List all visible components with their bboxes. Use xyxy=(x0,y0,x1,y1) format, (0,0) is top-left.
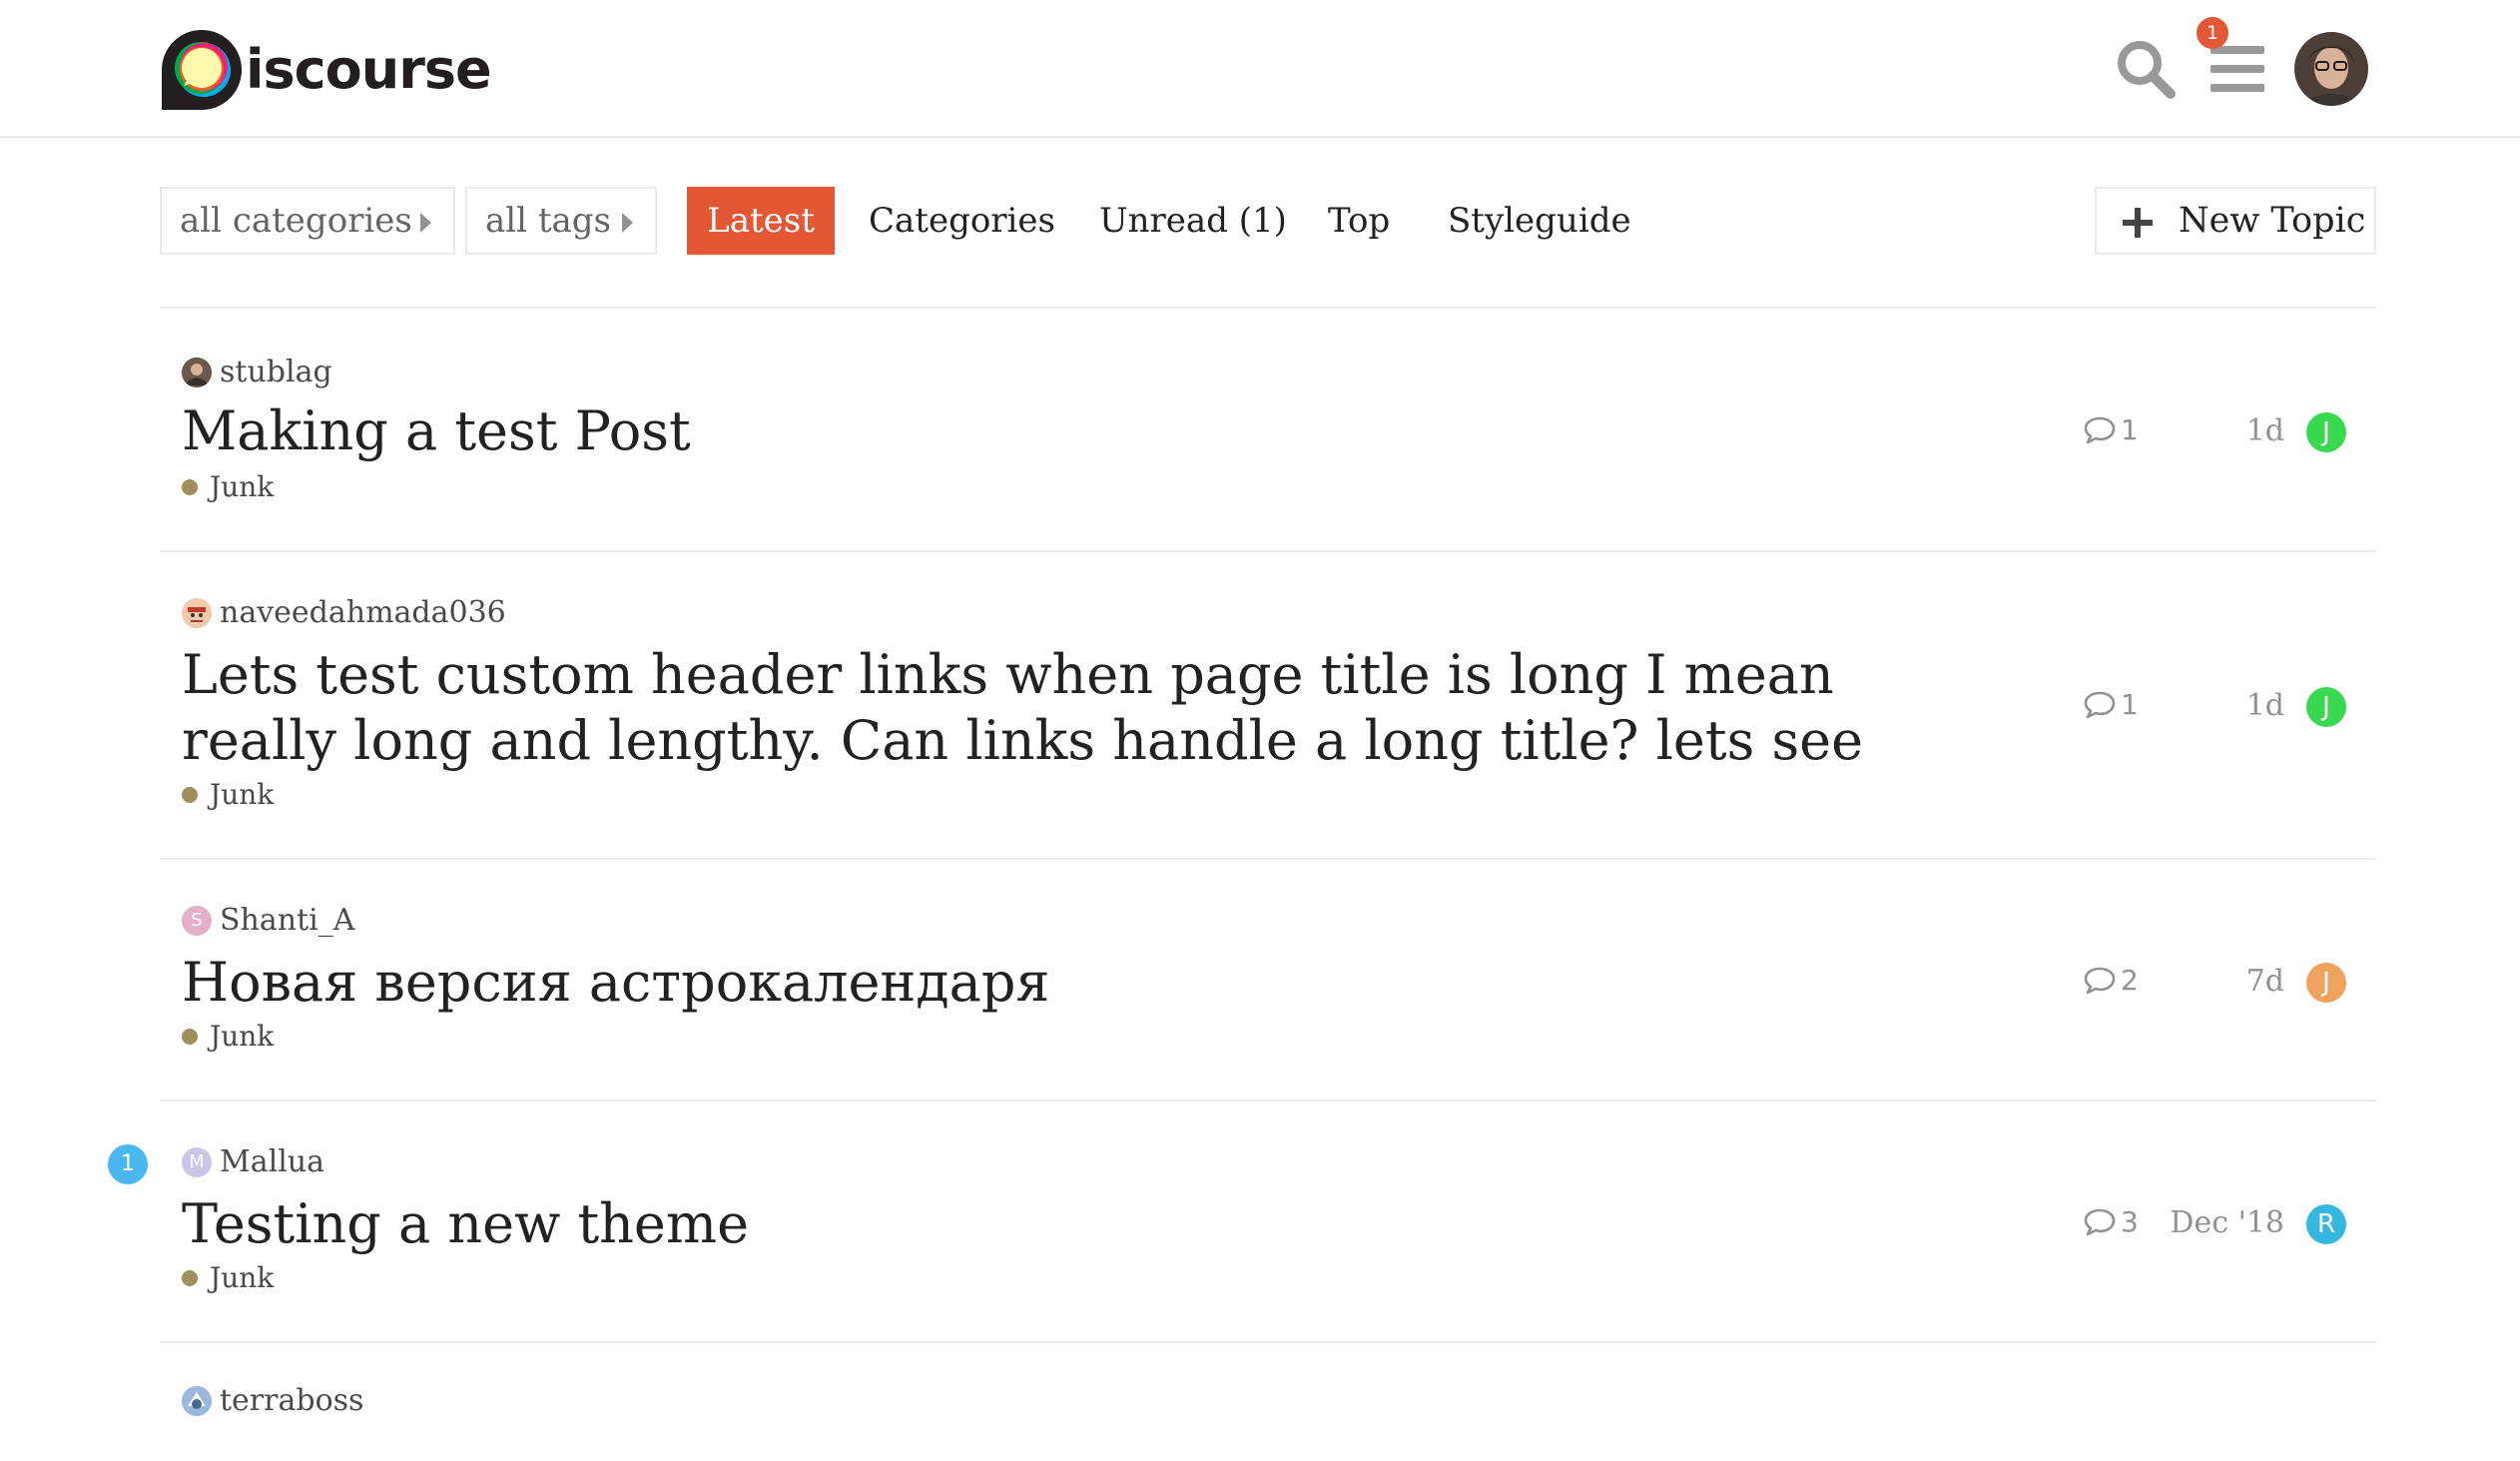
notification-badge[interactable]: 1 xyxy=(2197,17,2228,49)
caret-right-icon xyxy=(622,213,633,233)
topic-row[interactable]: S Shanti_A Новая версия астрокалендаря J… xyxy=(160,858,2376,1101)
topic-poster[interactable]: M Mallua xyxy=(182,1144,324,1179)
activity-time[interactable]: 1d xyxy=(2246,413,2284,448)
activity-time[interactable]: 7d xyxy=(2246,964,2284,999)
topic-category[interactable]: Junk xyxy=(182,1261,274,1294)
poster-name: Mallua xyxy=(220,1144,324,1179)
category-name: Junk xyxy=(210,470,275,503)
topic-title[interactable]: Новая версия астрокалендаря xyxy=(182,950,1049,1016)
site-header: iscourse 1 xyxy=(0,0,2520,138)
category-name: Junk xyxy=(210,778,275,811)
poster-avatar xyxy=(182,357,212,387)
topic-row[interactable]: naveedahmada036 Lets test custom header … xyxy=(160,550,2376,860)
topic-row[interactable]: 1 M Mallua Testing a new theme Junk 3 De… xyxy=(108,1099,2376,1343)
topic-navigation: all categories all tags Latest Categorie… xyxy=(160,187,2376,255)
nav-unread[interactable]: Unread (1) xyxy=(1099,187,1287,255)
last-poster-avatar[interactable]: J xyxy=(2306,687,2346,727)
nav-top[interactable]: Top xyxy=(1328,187,1390,255)
nav-styleguide[interactable]: Styleguide xyxy=(1448,187,1631,255)
category-name: Junk xyxy=(210,1020,275,1053)
caret-right-icon xyxy=(420,213,431,233)
poster-name: naveedahmada036 xyxy=(220,595,506,630)
poster-avatar: M xyxy=(182,1146,212,1177)
discourse-logo[interactable]: iscourse xyxy=(160,28,492,112)
hamburger-menu-icon[interactable] xyxy=(2210,44,2264,94)
topic-poster[interactable]: naveedahmada036 xyxy=(182,595,506,630)
category-dropdown-label: all categories xyxy=(180,201,412,241)
category-dot xyxy=(182,478,198,495)
current-user-avatar[interactable] xyxy=(2294,32,2368,106)
last-poster-avatar[interactable]: J xyxy=(2306,963,2346,1003)
last-poster-avatar[interactable]: R xyxy=(2306,1204,2346,1244)
unread-count-badge[interactable]: 1 xyxy=(108,1144,148,1184)
topic-title[interactable]: Testing a new theme xyxy=(182,1191,749,1257)
speech-bubble-icon xyxy=(2084,416,2116,443)
reply-count[interactable]: 2 xyxy=(2083,964,2139,997)
poster-avatar xyxy=(182,597,212,628)
new-topic-button[interactable]: New Topic xyxy=(2095,187,2376,255)
topic-title-line-2[interactable]: really long and lengthy. Can links handl… xyxy=(182,708,1863,774)
topic-poster[interactable]: stublag xyxy=(182,355,332,389)
topic-row[interactable]: terraboss xyxy=(160,1341,2376,1461)
topic-title[interactable]: Making a test Post xyxy=(182,398,691,464)
category-dot xyxy=(182,1269,198,1286)
new-topic-label: New Topic xyxy=(2179,201,2366,241)
category-dot xyxy=(182,1028,198,1045)
reply-count-value: 1 xyxy=(2121,688,2139,721)
user-photo-icon xyxy=(2294,32,2368,106)
speech-bubble-icon xyxy=(2084,967,2116,994)
reply-count[interactable]: 3 xyxy=(2083,1205,2139,1238)
topic-poster[interactable]: terraboss xyxy=(182,1383,363,1418)
tag-dropdown-label: all tags xyxy=(485,201,611,241)
plus-icon xyxy=(2123,208,2153,238)
topic-category[interactable]: Junk xyxy=(182,1020,274,1053)
logo-text: iscourse xyxy=(246,38,492,101)
category-dot xyxy=(182,786,198,803)
topic-poster[interactable]: S Shanti_A xyxy=(182,903,354,938)
poster-name: Shanti_A xyxy=(220,903,355,938)
topic-category[interactable]: Junk xyxy=(182,470,274,503)
discourse-logo-icon xyxy=(162,30,242,110)
speech-bubble-icon xyxy=(2084,691,2116,718)
activity-time[interactable]: Dec '18 xyxy=(2170,1205,2284,1240)
reply-count-value: 2 xyxy=(2121,964,2139,997)
reply-count[interactable]: 1 xyxy=(2083,688,2139,721)
poster-avatar xyxy=(182,1385,212,1416)
avatar-photo-icon xyxy=(182,597,212,628)
category-name: Junk xyxy=(210,1261,275,1294)
topic-row[interactable]: stublag Making a test Post Junk 1 1d J xyxy=(160,309,2376,552)
nav-categories[interactable]: Categories xyxy=(869,187,1055,255)
avatar-photo-icon xyxy=(182,1385,212,1416)
nav-latest[interactable]: Latest xyxy=(687,187,835,255)
poster-avatar: S xyxy=(182,905,212,936)
last-poster-avatar[interactable]: J xyxy=(2306,412,2346,452)
reply-count-value: 3 xyxy=(2121,1205,2139,1238)
reply-count-value: 1 xyxy=(2121,413,2139,446)
search-icon[interactable] xyxy=(2115,38,2177,100)
reply-count[interactable]: 1 xyxy=(2083,413,2139,446)
poster-name: terraboss xyxy=(220,1383,364,1418)
topic-title-line-1[interactable]: Lets test custom header links when page … xyxy=(182,642,1834,708)
tag-dropdown[interactable]: all tags xyxy=(465,187,657,255)
activity-time[interactable]: 1d xyxy=(2246,688,2284,723)
poster-name: stublag xyxy=(220,355,332,389)
avatar-photo-icon xyxy=(182,357,212,387)
topic-category[interactable]: Junk xyxy=(182,778,274,811)
category-dropdown[interactable]: all categories xyxy=(160,187,455,255)
speech-bubble-icon xyxy=(2084,1208,2116,1235)
